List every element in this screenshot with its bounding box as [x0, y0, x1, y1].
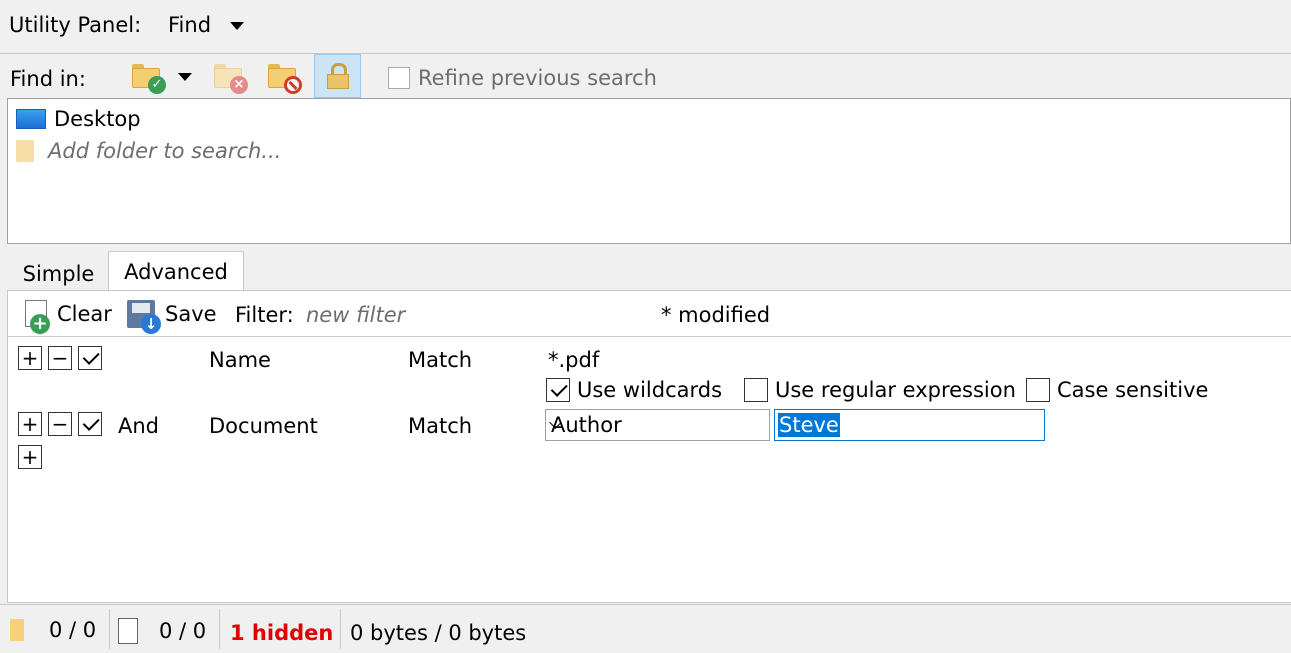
clear-label: Clear [57, 301, 112, 326]
lock-icon [326, 63, 349, 89]
folder-check-icon: ✓ [132, 64, 166, 94]
use-wildcards-option[interactable]: Use wildcards [546, 378, 722, 402]
advanced-toolbar: + Clear ↓ Save Filter: new filter * modi… [8, 291, 1291, 337]
tab-advanced[interactable]: Advanced [108, 251, 244, 291]
save-button[interactable]: ↓ Save [127, 300, 217, 334]
add-folder-item[interactable]: Add folder to search... [16, 139, 281, 163]
use-regex-option[interactable]: Use regular expression [744, 378, 1016, 402]
add-row-button[interactable] [18, 346, 42, 370]
add-criteria-button[interactable] [18, 445, 42, 469]
add-location-button[interactable]: ✓ [124, 56, 168, 96]
advanced-filter-panel: + Clear ↓ Save Filter: new filter * modi… [7, 290, 1291, 603]
folder-icon [16, 140, 34, 162]
folder-remove-icon: × [214, 64, 248, 94]
add-row-button[interactable] [18, 412, 42, 436]
new-document-icon: + [25, 300, 50, 334]
find-in-toolbar: Find in: ✓ × Refine previous search [0, 54, 1291, 98]
status-bar: 0 / 0 0 / 0 1 hidden 0 bytes / 0 bytes [0, 604, 1291, 653]
status-divider [219, 609, 220, 649]
folder-count-text: 0 / 0 [49, 618, 97, 642]
use-regex-label: Use regular expression [775, 378, 1016, 402]
remove-row-button[interactable] [48, 412, 72, 436]
enable-row-checkbox[interactable] [78, 346, 102, 370]
filter-label: Filter: [235, 303, 294, 327]
folder-icon [10, 619, 24, 641]
filter-name-input[interactable]: new filter [306, 303, 405, 327]
row-field[interactable]: Document [209, 414, 318, 438]
remove-row-button[interactable] [48, 346, 72, 370]
refine-label: Refine previous search [418, 66, 657, 90]
document-value-text: Steve [778, 413, 840, 437]
case-sensitive-option[interactable]: Case sensitive [1026, 378, 1208, 402]
row-controls [18, 346, 102, 370]
folder-exclude-icon [268, 64, 302, 94]
save-label: Save [165, 302, 217, 326]
row-conjunction[interactable]: And [118, 414, 159, 438]
row-controls [18, 412, 102, 436]
row-operator[interactable]: Match [408, 414, 472, 438]
file-count: 0 / 0 [118, 618, 206, 644]
utility-panel-header: Utility Panel: Find [0, 0, 1291, 54]
save-icon: ↓ [127, 300, 161, 334]
use-wildcards-checkbox[interactable] [546, 378, 570, 402]
document-value-input[interactable]: Steve [774, 409, 1045, 441]
row-operator[interactable]: Match [408, 348, 472, 372]
hidden-count[interactable]: 1 hidden [230, 621, 333, 645]
document-property-select[interactable]: Author [545, 409, 770, 441]
search-locations-list[interactable]: Desktop Add folder to search... [7, 98, 1291, 244]
lock-locations-button[interactable] [314, 54, 361, 98]
row-field[interactable]: Name [209, 348, 271, 372]
file-count-text: 0 / 0 [159, 619, 207, 643]
find-in-label: Find in: [10, 67, 86, 91]
location-label: Desktop [54, 107, 141, 131]
case-sensitive-label: Case sensitive [1057, 378, 1209, 402]
status-divider [109, 609, 110, 649]
add-folder-placeholder: Add folder to search... [48, 139, 282, 163]
use-regex-checkbox[interactable] [744, 378, 768, 402]
add-location-dropdown-icon[interactable] [178, 73, 192, 81]
panel-mode-dropdown[interactable]: Find [168, 13, 211, 37]
refine-previous-search[interactable]: Refine previous search [388, 66, 657, 90]
tab-simple[interactable]: Simple [10, 257, 107, 291]
document-property-value: Author [551, 413, 622, 437]
remove-location-button[interactable]: × [206, 56, 250, 96]
status-divider [340, 609, 341, 649]
size-total: 0 bytes / 0 bytes [350, 621, 527, 645]
enable-row-checkbox[interactable] [78, 412, 102, 436]
panel-title: Utility Panel: [9, 13, 142, 37]
monitor-icon [16, 109, 46, 129]
folder-count: 0 / 0 [10, 618, 96, 642]
exclude-location-button[interactable] [260, 56, 304, 96]
chevron-down-icon[interactable] [230, 22, 244, 30]
modified-indicator: * modified [661, 303, 771, 327]
file-icon [118, 618, 138, 644]
clear-button[interactable]: + Clear [25, 300, 112, 334]
use-wildcards-label: Use wildcards [577, 378, 723, 402]
case-sensitive-checkbox[interactable] [1026, 378, 1050, 402]
row-value[interactable]: *.pdf [548, 348, 599, 372]
location-item-desktop[interactable]: Desktop [16, 107, 141, 131]
refine-checkbox[interactable] [388, 67, 410, 89]
